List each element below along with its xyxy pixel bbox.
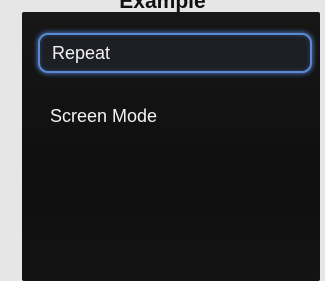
menu-item-repeat[interactable]: Repeat: [38, 33, 312, 73]
menu-item-label: Screen Mode: [50, 106, 158, 126]
settings-menu-panel: Repeat Screen Mode: [22, 12, 320, 281]
menu-item-label: Repeat: [52, 43, 111, 63]
menu-item-screen-mode[interactable]: Screen Mode: [38, 96, 312, 136]
